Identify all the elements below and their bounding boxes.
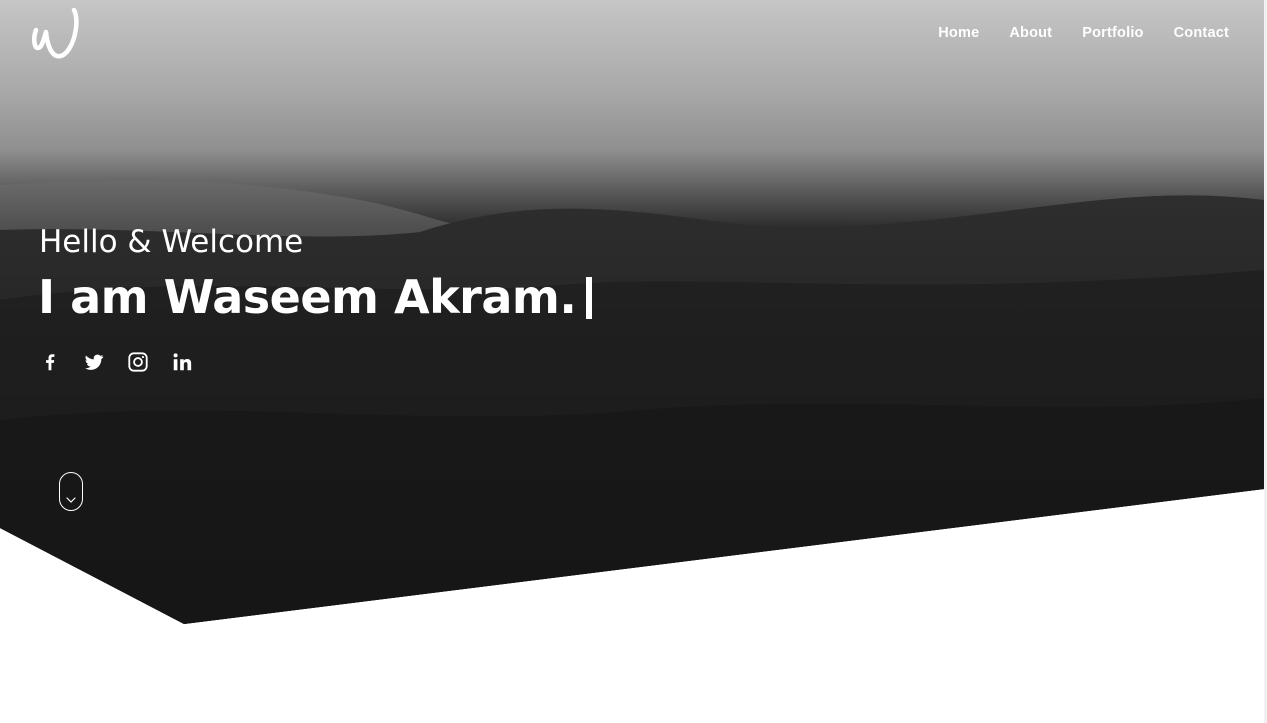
landing-page: Home About Portfolio Contact Hello & Wel… (0, 0, 1267, 723)
linkedin-icon[interactable] (170, 350, 194, 374)
twitter-icon[interactable] (82, 350, 106, 374)
facebook-icon[interactable] (38, 350, 62, 374)
nav-portfolio-link[interactable]: Portfolio (1082, 23, 1143, 43)
instagram-icon[interactable] (126, 350, 150, 374)
site-logo[interactable] (30, 7, 82, 62)
nav-contact-link[interactable]: Contact (1174, 23, 1229, 43)
nav-home-link[interactable]: Home (938, 23, 979, 43)
hero-headline: I am Waseem Akram. (38, 266, 593, 328)
typing-cursor (586, 277, 593, 319)
script-w-logo-icon (32, 7, 79, 59)
main-nav: Home About Portfolio Contact (938, 23, 1229, 43)
hero-greeting: Hello & Welcome (39, 224, 304, 260)
mouse-scroll-down-icon (66, 497, 76, 503)
social-links (38, 350, 194, 374)
scroll-down-button[interactable] (59, 472, 83, 511)
hero-headline-text: I am Waseem Akram. (38, 270, 577, 324)
nav-about-link[interactable]: About (1009, 23, 1052, 43)
